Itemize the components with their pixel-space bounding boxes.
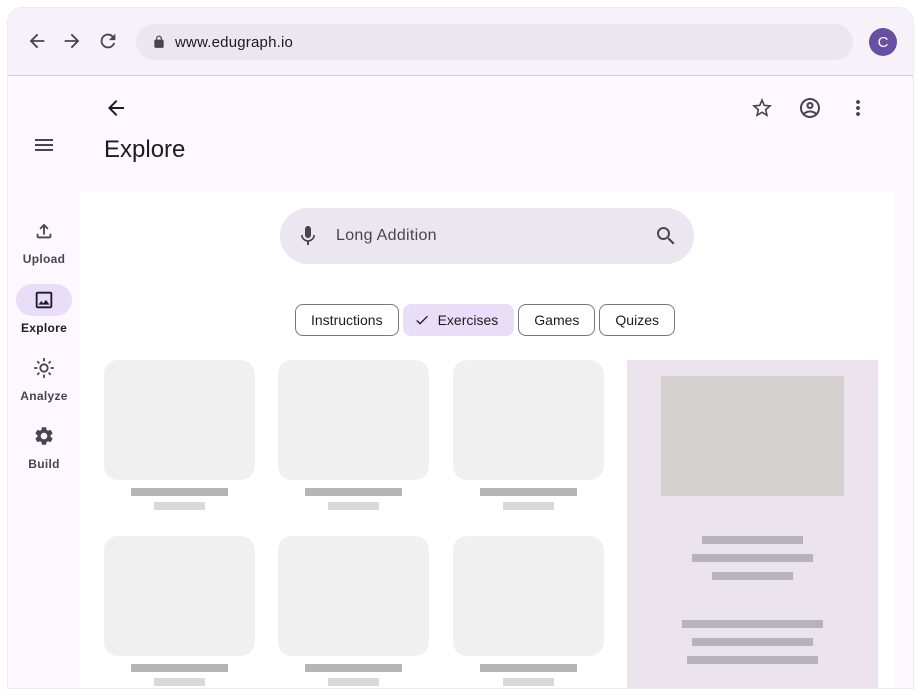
rail-item-explore[interactable]: Explore (8, 284, 80, 344)
content-card[interactable] (453, 360, 604, 480)
address-bar[interactable]: www.edugraph.io (136, 24, 853, 60)
page-title: Explore (104, 136, 186, 163)
card-title-placeholder (480, 488, 577, 496)
profile-avatar[interactable]: C (869, 28, 897, 56)
account-circle-icon (800, 98, 820, 118)
browser-reload-button[interactable] (95, 28, 121, 54)
more-options-button[interactable] (846, 96, 870, 120)
filter-chips: Instructions Exercises Games Quizes (295, 304, 675, 336)
back-icon (29, 33, 45, 49)
rail-item-label: Explore (20, 321, 68, 335)
card-subtitle-placeholder (503, 502, 554, 510)
rail-item-upload[interactable]: Upload (8, 215, 80, 275)
gear-icon (35, 427, 53, 445)
card-subtitle-placeholder (154, 678, 205, 686)
mic-icon (301, 226, 315, 245)
rail-item-label: Upload (22, 252, 66, 266)
card-title-placeholder (131, 664, 228, 672)
rail-item-analyze[interactable]: Analyze (8, 352, 80, 412)
detail-text-placeholder (692, 638, 813, 646)
page-back-button[interactable] (104, 96, 128, 120)
menu-button[interactable] (32, 133, 56, 157)
content-card[interactable] (278, 536, 429, 656)
chip-quizes[interactable]: Quizes (599, 304, 675, 336)
card-title-placeholder (131, 488, 228, 496)
detail-text-placeholder (712, 572, 793, 580)
search-input[interactable] (336, 222, 636, 250)
chip-instructions[interactable]: Instructions (295, 304, 399, 336)
favorite-button[interactable] (750, 96, 774, 120)
content-card[interactable] (453, 536, 604, 656)
chip-exercises[interactable]: Exercises (402, 304, 515, 336)
rail-item-label: Build (28, 457, 60, 471)
rail-item-label: Analyze (20, 389, 68, 403)
upload-icon (36, 223, 52, 239)
detail-text-placeholder (682, 620, 823, 628)
brightness-icon (33, 357, 55, 379)
more-vert-icon (856, 100, 860, 116)
url-text: www.edugraph.io (175, 33, 294, 51)
voice-search-button[interactable] (296, 224, 320, 248)
navigation-rail: Upload Explore Analyze Build (8, 77, 80, 688)
browser-forward-button[interactable] (59, 28, 85, 54)
card-subtitle-placeholder (154, 502, 205, 510)
search-icon (657, 227, 675, 245)
detail-image-placeholder (661, 376, 844, 496)
hamburger-menu-icon (35, 139, 53, 151)
detail-text-placeholder (692, 554, 813, 562)
content-card[interactable] (104, 536, 255, 656)
chip-label: Exercises (437, 312, 499, 328)
content-card[interactable] (278, 360, 429, 480)
card-subtitle-placeholder (328, 678, 379, 686)
card-subtitle-placeholder (503, 678, 554, 686)
card-subtitle-placeholder (328, 502, 379, 510)
check-icon (415, 315, 428, 325)
browser-back-button[interactable] (24, 28, 50, 54)
content-pane: Instructions Exercises Games Quizes (80, 192, 894, 688)
card-title-placeholder (480, 664, 577, 672)
search-button[interactable] (654, 224, 678, 248)
browser-toolbar: www.edugraph.io C (8, 8, 913, 76)
browser-window: www.edugraph.io C Upload Explore Analyze (8, 8, 913, 688)
lock-icon (154, 35, 164, 48)
account-button[interactable] (798, 96, 822, 120)
rail-item-build[interactable]: Build (8, 420, 80, 480)
arrow-back-icon (108, 100, 124, 116)
detail-text-placeholder (687, 656, 818, 664)
image-icon (35, 291, 53, 309)
chip-games[interactable]: Games (518, 304, 596, 336)
detail-text-placeholder (702, 536, 803, 544)
detail-panel (627, 360, 878, 688)
content-card[interactable] (104, 360, 255, 480)
forward-icon (64, 33, 80, 49)
search-bar (280, 208, 694, 264)
reload-icon (100, 33, 116, 49)
card-title-placeholder (305, 664, 402, 672)
star-icon (752, 98, 772, 117)
card-title-placeholder (305, 488, 402, 496)
